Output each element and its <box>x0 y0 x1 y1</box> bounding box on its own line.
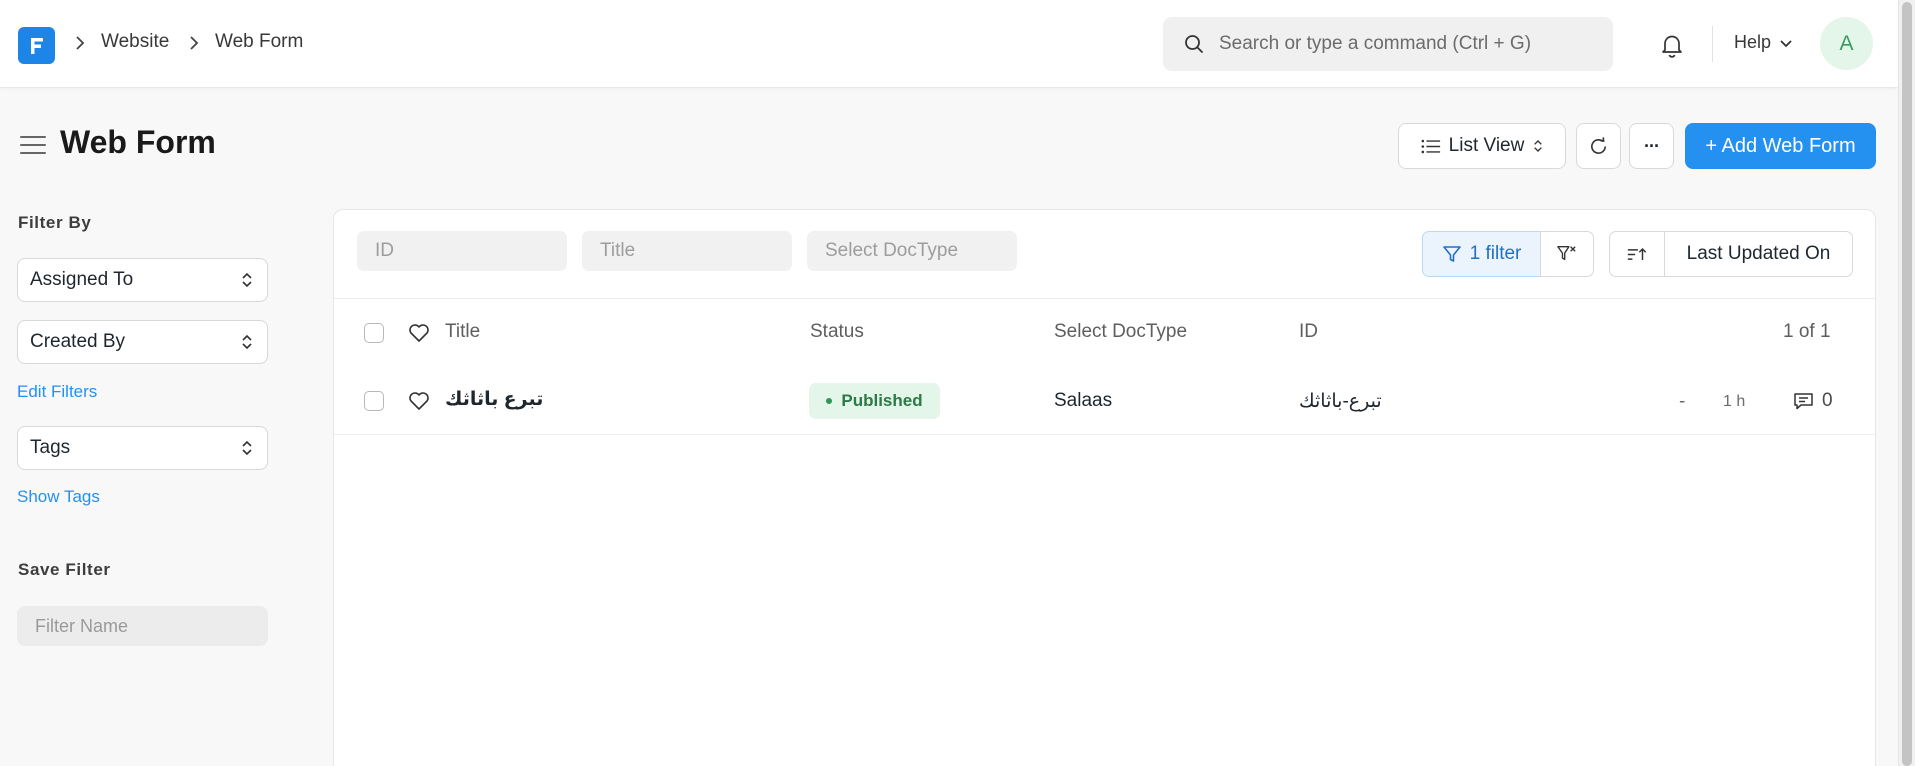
page-scrollbar[interactable] <box>1898 0 1915 766</box>
help-label: Help <box>1734 32 1772 52</box>
row-comment-count[interactable]: 0 <box>1793 390 1833 412</box>
search-bar[interactable]: Search or type a command (Ctrl + G) <box>1163 17 1613 71</box>
more-icon: ··· <box>1644 135 1660 156</box>
created-by-select[interactable]: Created By <box>17 320 268 364</box>
status-label: Published <box>841 391 923 410</box>
assigned-to-label: Assigned To <box>30 269 134 290</box>
refresh-button[interactable] <box>1576 123 1621 169</box>
row-doctype: Salaas <box>1054 390 1113 411</box>
avatar[interactable]: A <box>1820 17 1873 70</box>
row-checkbox[interactable] <box>364 391 384 411</box>
row-dash: - <box>1679 391 1686 412</box>
chevron-right-icon <box>76 36 85 50</box>
row-id: تبرع-باثاثك <box>1299 391 1382 412</box>
nav-divider <box>1712 26 1713 62</box>
column-header-doctype[interactable]: Select DocType <box>1054 321 1187 343</box>
column-header-status[interactable]: Status <box>810 321 864 343</box>
id-filter-input[interactable] <box>357 231 567 271</box>
sidebar-toggle-icon[interactable] <box>20 134 46 156</box>
heart-icon[interactable] <box>408 323 430 343</box>
assigned-to-select[interactable]: Assigned To <box>17 258 268 302</box>
heart-icon[interactable] <box>408 391 430 411</box>
bell-icon[interactable] <box>1658 31 1686 59</box>
select-arrows-icon <box>242 440 252 456</box>
clear-filters-button[interactable] <box>1540 231 1594 277</box>
list-view-label: List View <box>1448 135 1525 156</box>
filter-name-input[interactable] <box>17 606 268 646</box>
comment-icon <box>1794 393 1813 410</box>
scrollbar-thumb[interactable] <box>1902 2 1912 766</box>
refresh-icon <box>1591 136 1606 154</box>
select-arrows-icon <box>1534 140 1543 152</box>
frappe-logo-icon <box>30 37 43 54</box>
sort-by-label: Last Updated On <box>1686 243 1831 264</box>
chevron-right-icon <box>190 36 199 50</box>
column-header-id[interactable]: ID <box>1299 321 1318 343</box>
breadcrumb-website[interactable]: Website <box>101 31 169 53</box>
card-divider <box>334 298 1875 299</box>
add-web-form-button[interactable]: + Add Web Form <box>1685 123 1876 169</box>
filter-clear-icon <box>1557 246 1576 261</box>
more-actions-button[interactable]: ··· <box>1629 123 1674 169</box>
comment-count: 0 <box>1822 390 1833 411</box>
doctype-filter-placeholder: Select DocType <box>825 240 959 261</box>
page-title: Web Form <box>60 124 216 160</box>
save-filter-heading: Save Filter <box>18 560 111 579</box>
row-title-link[interactable]: تبرع باثاثك <box>445 388 543 411</box>
tags-select[interactable]: Tags <box>17 426 268 470</box>
filter-icon <box>1442 246 1461 262</box>
filter-count-label: 1 filter <box>1469 243 1522 264</box>
created-by-label: Created By <box>30 331 126 352</box>
row-modified: 1 h <box>1723 393 1746 410</box>
list-view-switcher[interactable]: List View <box>1398 123 1566 169</box>
add-web-form-label: + Add Web Form <box>1705 134 1856 157</box>
sort-direction-button[interactable] <box>1609 231 1665 277</box>
breadcrumb-web-form[interactable]: Web Form <box>215 31 303 53</box>
select-all-checkbox[interactable] <box>364 323 384 343</box>
status-badge: Published <box>809 383 940 419</box>
row-divider <box>334 434 1875 435</box>
column-header-title[interactable]: Title <box>445 321 480 343</box>
edit-filters-link[interactable]: Edit Filters <box>17 382 97 402</box>
search-placeholder: Search or type a command (Ctrl + G) <box>1219 33 1532 54</box>
app-logo[interactable] <box>18 27 55 64</box>
select-arrows-icon <box>242 272 252 288</box>
sort-by-button[interactable]: Last Updated On <box>1664 231 1853 277</box>
sort-ascending-icon <box>1627 247 1647 260</box>
select-arrows-icon <box>242 334 252 350</box>
result-count: 1 of 1 <box>1783 321 1831 342</box>
help-dropdown[interactable]: Help <box>1734 32 1793 53</box>
filter-button[interactable]: 1 filter <box>1422 231 1541 277</box>
show-tags-link[interactable]: Show Tags <box>17 487 100 507</box>
search-icon <box>1185 35 1203 53</box>
doctype-filter-select[interactable]: Select DocType <box>807 231 1017 271</box>
navbar: Website Web Form Search or type a comman… <box>0 0 1898 88</box>
chevron-down-icon <box>1780 39 1792 47</box>
list-card: Select DocType 1 filter Last Updated On … <box>333 209 1876 766</box>
title-filter-input[interactable] <box>582 231 792 271</box>
filter-by-heading: Filter By <box>18 213 92 232</box>
status-dot <box>826 398 833 404</box>
tags-label: Tags <box>30 437 71 458</box>
list-icon <box>1421 139 1440 153</box>
